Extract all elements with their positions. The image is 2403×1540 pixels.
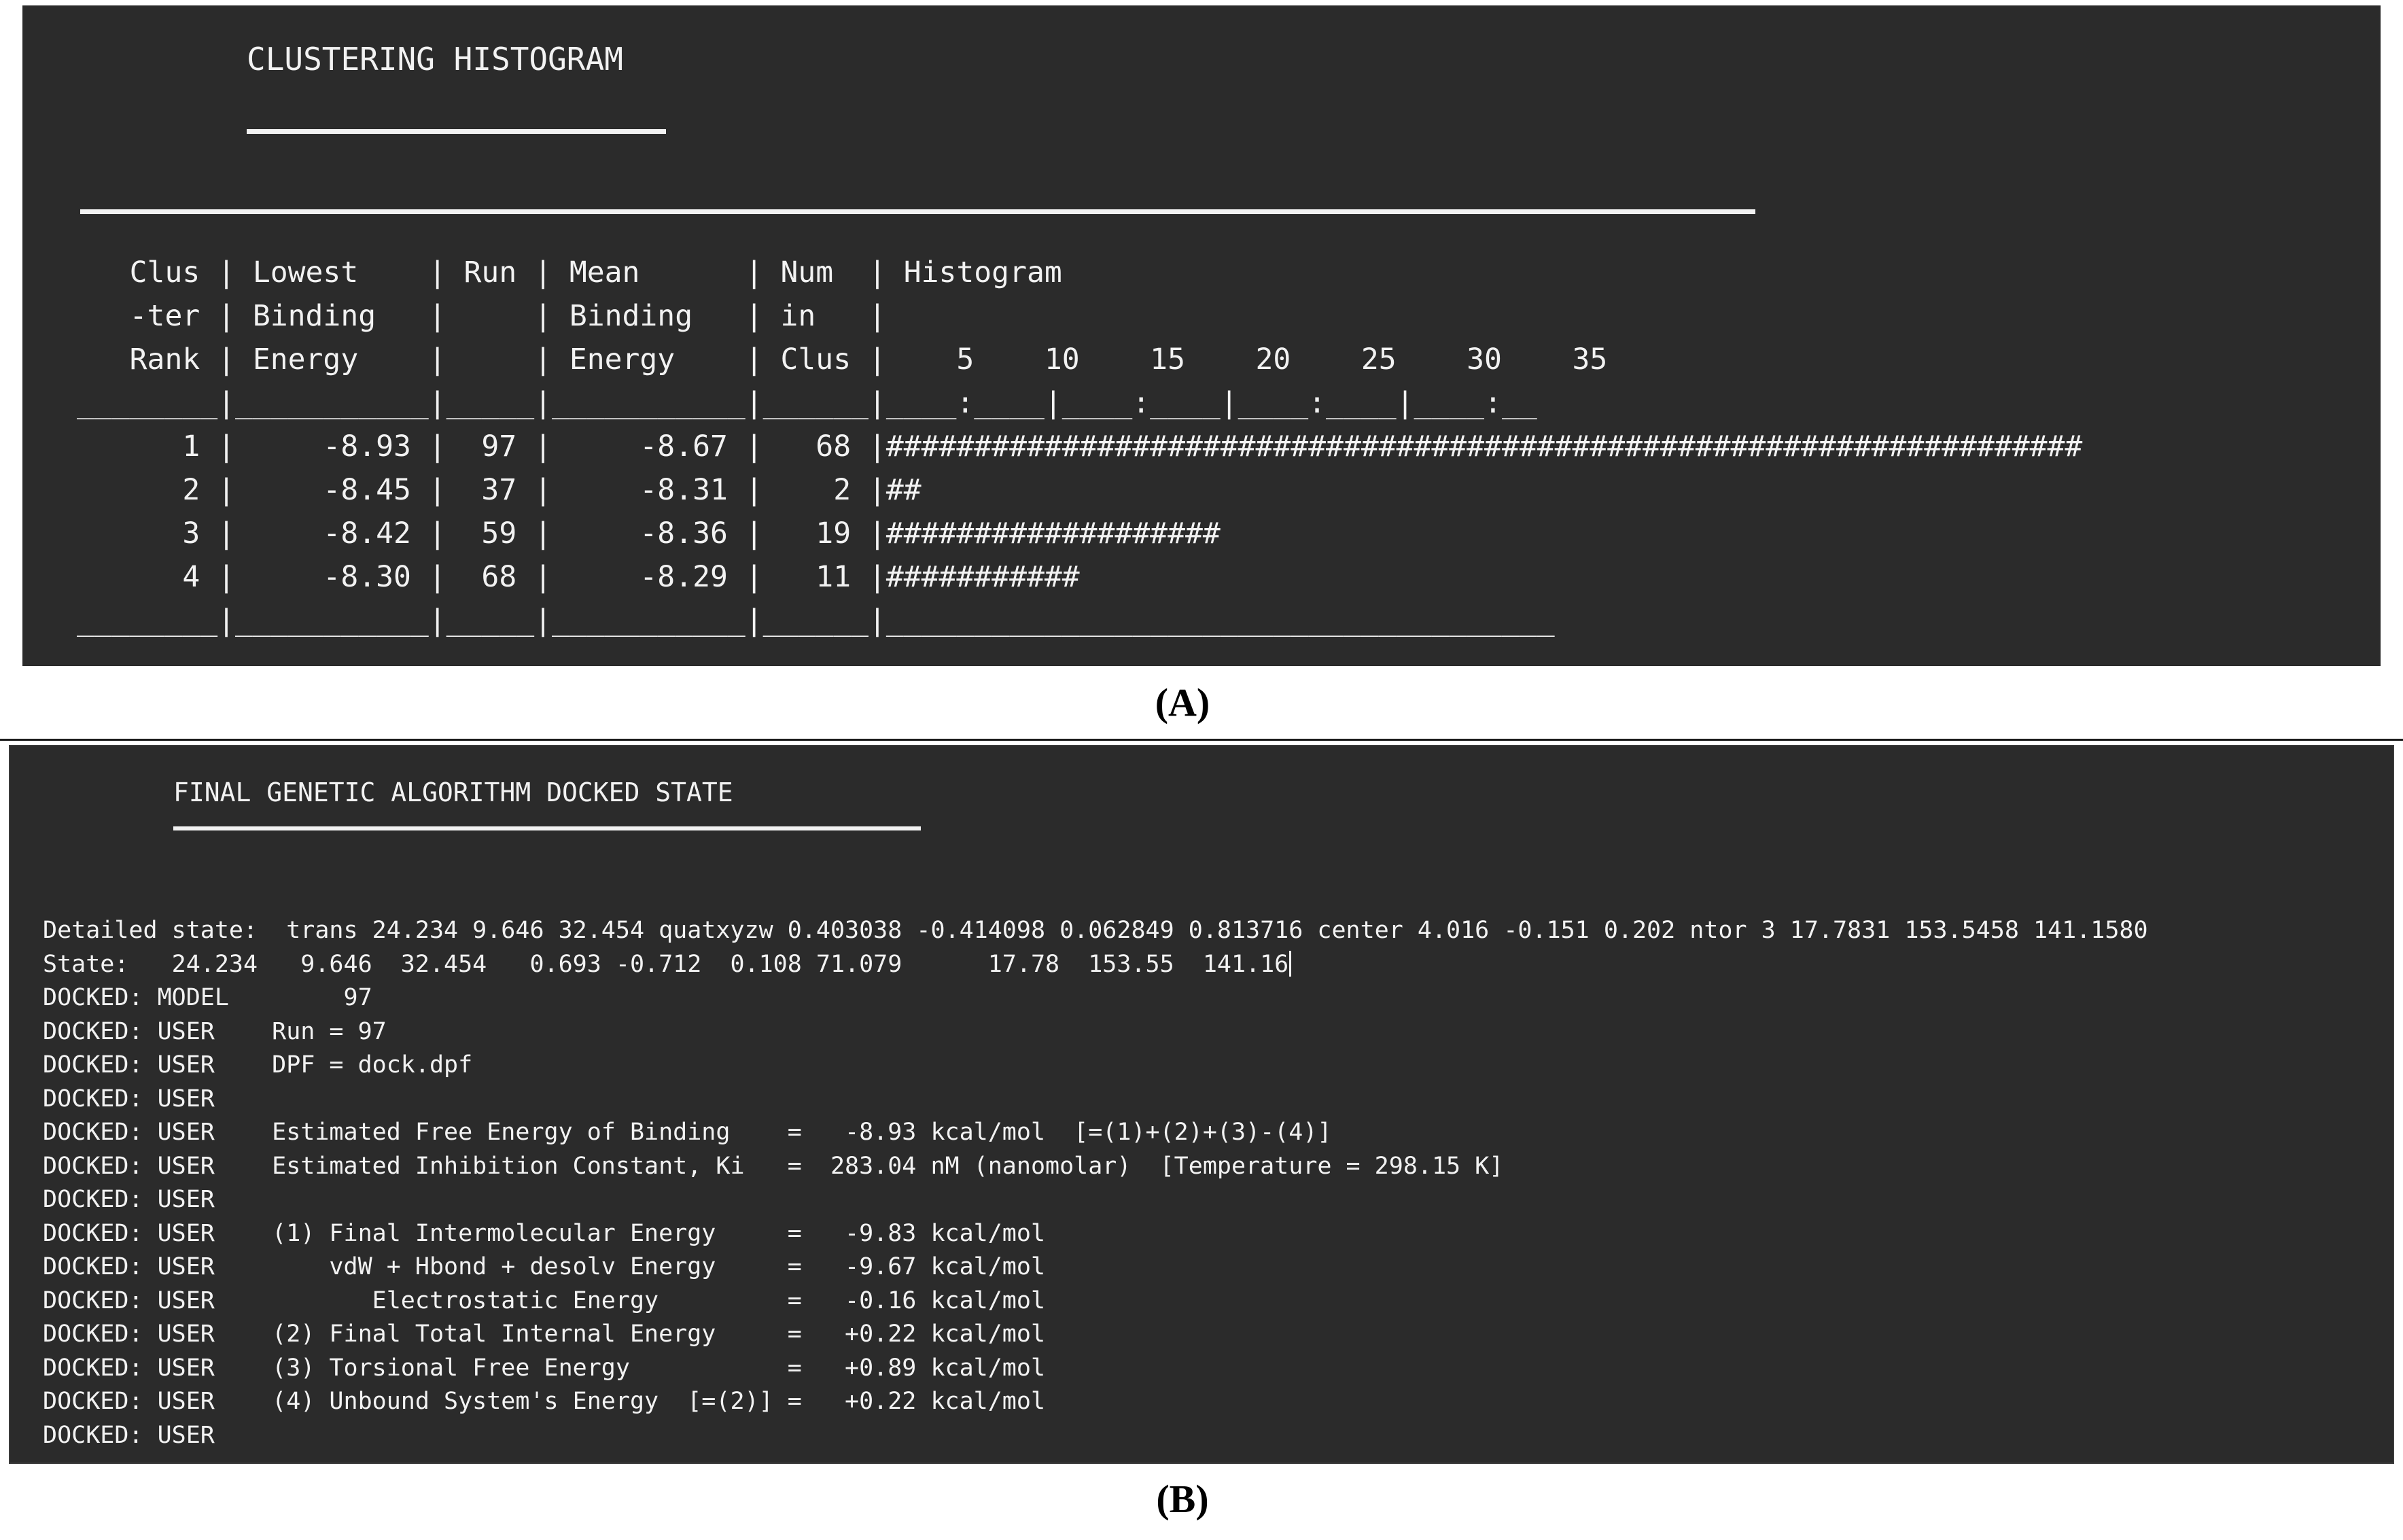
panel-b-container: FINAL GENETIC ALGORITHM DOCKED STATE Det… (9, 745, 2394, 1464)
clustering-histogram-title: CLUSTERING HISTOGRAM (247, 41, 623, 77)
panel-b-label: (B) (1156, 1477, 1209, 1521)
detailed-state-line: Detailed state: trans 24.234 9.646 32.45… (43, 917, 2148, 944)
clustering-histogram-terminal[interactable]: CLUSTERING HISTOGRAM Clus | Lowest | Run… (22, 5, 2381, 666)
docked-state-output: Detailed state: trans 24.234 9.646 32.45… (43, 914, 2148, 1452)
panel-a-container: CLUSTERING HISTOGRAM Clus | Lowest | Run… (22, 5, 2381, 666)
final-ga-docked-state-title: FINAL GENETIC ALGORITHM DOCKED STATE (173, 777, 733, 807)
clustering-histogram-table: Clus | Lowest | Run | Mean | Num | Histo… (77, 256, 2083, 637)
text-cursor-caret (1289, 950, 1292, 977)
docked-lines-block: DOCKED: MODEL 97 DOCKED: USER Run = 97 D… (43, 984, 1504, 1449)
title-underline-rule (247, 129, 666, 134)
state-line: State: 24.234 9.646 32.454 0.693 -0.712 … (43, 950, 1289, 978)
b-title-underline-rule (173, 826, 921, 830)
panel-a-label: (A) (1155, 680, 1210, 724)
table-top-rule (80, 209, 1755, 214)
figure-root: CLUSTERING HISTOGRAM Clus | Lowest | Run… (0, 0, 2403, 1540)
final-ga-docked-state-terminal[interactable]: FINAL GENETIC ALGORITHM DOCKED STATE Det… (9, 745, 2394, 1464)
panel-a-bottom-divider (0, 739, 2403, 741)
